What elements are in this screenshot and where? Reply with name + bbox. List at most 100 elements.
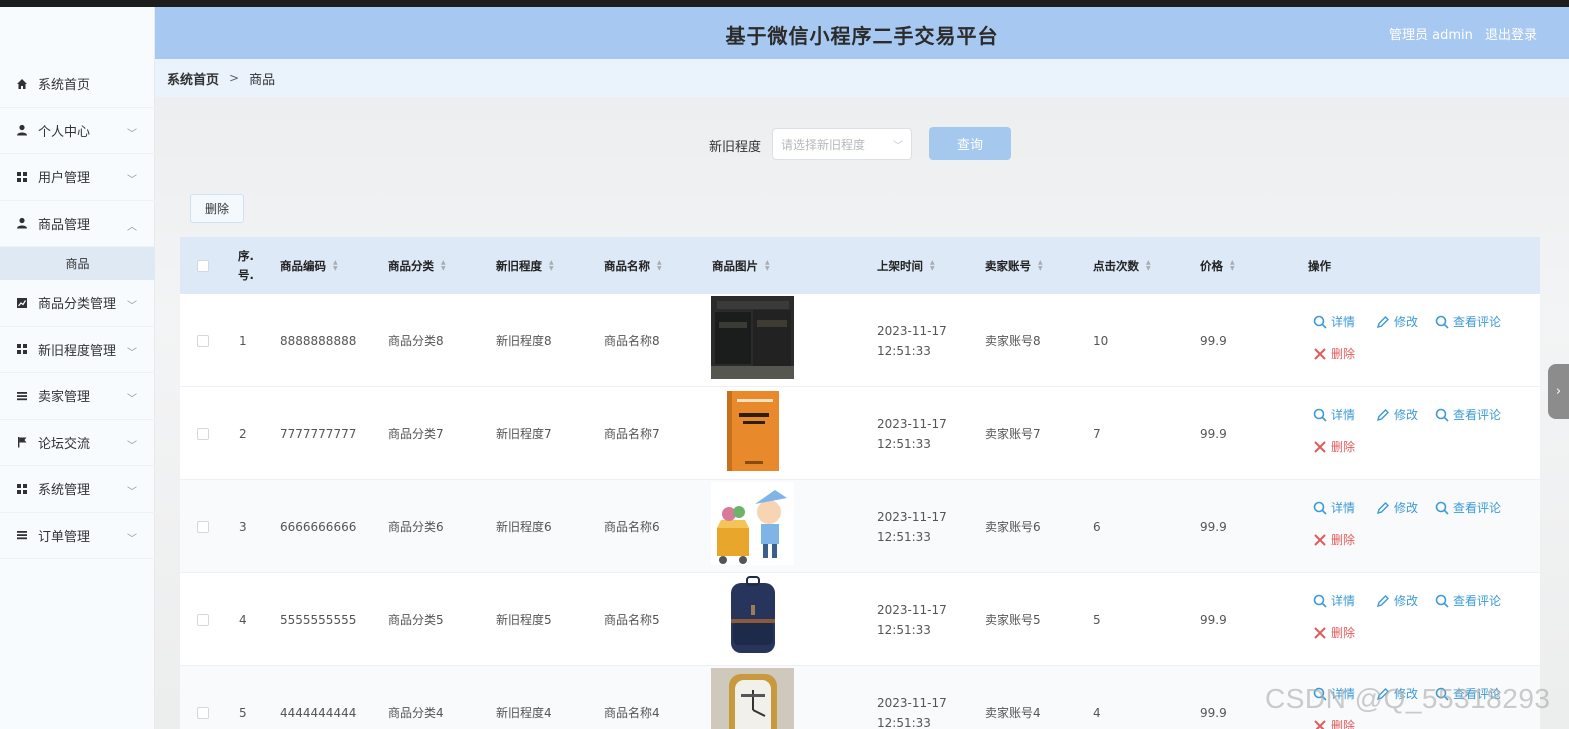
sidebar-item-user-management[interactable]: 用户管理 ﹀ — [0, 154, 155, 201]
table-header: 序. 号. 商品编码 ▲ ▼ 商品分类 ▲ ▼ 新旧程度 ▲ ▼ 商品名称 ▲ ▼ 商品图片 ▲ ▼… — [180, 237, 1540, 294]
table-row: 4 5555555555 商品分类5 新旧程度5 商品名称5 2023-11-1… — [180, 573, 1540, 666]
column-header-category[interactable]: 商品分类 ▲ ▼ — [388, 237, 446, 294]
view-comments-button[interactable]: 查看评论 — [1435, 592, 1501, 609]
row-actions: 详情 修改 查看评论 删除 — [1313, 294, 1533, 387]
close-icon — [1314, 626, 1326, 639]
breadcrumb: 系统首页 > 商品 — [155, 59, 1569, 97]
sidebar-item-product-management[interactable]: 商品管理 ︿ — [0, 201, 155, 247]
expand-panel-handle[interactable]: › — [1548, 364, 1569, 419]
row-checkbox[interactable] — [197, 480, 209, 573]
list-icon — [16, 529, 28, 541]
click-count: 10 — [1093, 333, 1109, 348]
condition-filter-label: 新旧程度 — [709, 140, 762, 155]
product-image-cartoon-boy — [711, 482, 794, 565]
seller-account: 卖家账号7 — [985, 427, 1041, 441]
condition-select-placeholder: 请选择新旧程度 — [781, 137, 866, 152]
delete-button[interactable]: 删除 — [1313, 624, 1355, 641]
chevron-down-icon: ﹀ — [127, 394, 137, 405]
delete-button[interactable]: 删除 — [1313, 438, 1355, 455]
edit-button[interactable]: 修改 — [1376, 592, 1418, 609]
column-header-price[interactable]: 价格 ▲ ▼ — [1200, 237, 1235, 294]
view-comments-button[interactable]: 查看评论 — [1435, 406, 1501, 423]
edit-button[interactable]: 修改 — [1376, 406, 1418, 423]
sidebar-item-condition-management[interactable]: 新旧程度管理 ﹀ — [0, 327, 155, 373]
chevron-right-icon: › — [1555, 384, 1562, 399]
sort-icon: ▲ ▼ — [549, 258, 554, 272]
seller-account: 卖家账号6 — [985, 520, 1041, 534]
logout-link[interactable]: 退出登录 — [1485, 28, 1537, 43]
detail-button[interactable]: 详情 — [1313, 592, 1355, 609]
row-checkbox[interactable] — [197, 666, 209, 729]
edit-button[interactable]: 修改 — [1376, 499, 1418, 516]
sidebar-item-system-management[interactable]: 系统管理 ﹀ — [0, 466, 155, 513]
sidebar-item-order-management[interactable]: 订单管理 ﹀ — [0, 513, 155, 559]
column-header-listed-time[interactable]: 上架时间 ▲ ▼ — [877, 237, 935, 294]
batch-delete-button[interactable]: 删除 — [190, 194, 244, 223]
column-header-code[interactable]: 商品编码 ▲ ▼ — [280, 237, 338, 294]
sidebar-item-label: 个人中心 — [38, 124, 91, 140]
detail-button[interactable]: 详情 — [1313, 499, 1355, 516]
row-checkbox[interactable] — [197, 573, 209, 666]
sidebar-subitem-product[interactable]: 商品 — [0, 247, 155, 280]
delete-button[interactable]: 删除 — [1313, 345, 1355, 362]
listed-time: 2023-11-17 12:51:33 — [877, 416, 947, 451]
edit-button[interactable]: 修改 — [1376, 313, 1418, 330]
list-icon — [16, 390, 28, 402]
window-top-strip — [0, 0, 1569, 7]
product-category: 商品分类4 — [388, 706, 444, 720]
sidebar-item-label: 新旧程度管理 — [38, 343, 117, 359]
condition-select[interactable]: 请选择新旧程度 ﹀ — [772, 128, 912, 160]
row-checkbox[interactable] — [197, 387, 209, 480]
row-checkbox[interactable] — [197, 294, 209, 387]
product-condition: 新旧程度6 — [496, 520, 552, 534]
column-header-clicks[interactable]: 点击次数 ▲ ▼ — [1093, 237, 1151, 294]
row-index: 4 — [239, 612, 247, 627]
column-header-seller[interactable]: 卖家账号 ▲ ▼ — [985, 237, 1043, 294]
detail-button[interactable]: 详情 — [1313, 406, 1355, 423]
sidebar-item-label: 订单管理 — [38, 529, 91, 545]
top-header: 基于微信小程序二手交易平台 管理员 admin 退出登录 — [155, 7, 1569, 59]
click-count: 4 — [1093, 705, 1101, 720]
search-icon — [1313, 594, 1327, 608]
chevron-up-icon: ︿ — [127, 221, 137, 233]
search-icon — [1435, 315, 1449, 329]
chevron-down-icon: ﹀ — [127, 440, 137, 452]
product-condition: 新旧程度7 — [496, 427, 552, 441]
sidebar-item-forum[interactable]: 论坛交流 ﹀ — [0, 420, 155, 466]
delete-button[interactable]: 删除 — [1313, 717, 1355, 729]
detail-button[interactable]: 详情 — [1313, 313, 1355, 330]
row-actions: 详情 修改 查看评论 删除 — [1313, 573, 1533, 666]
product-name: 商品名称4 — [604, 706, 660, 720]
product-category: 商品分类5 — [388, 613, 444, 627]
click-count: 7 — [1093, 426, 1101, 441]
product-category: 商品分类7 — [388, 427, 444, 441]
price: 99.9 — [1200, 705, 1227, 720]
column-header-image[interactable]: 商品图片 ▲ ▼ — [712, 237, 770, 294]
product-category: 商品分类6 — [388, 520, 444, 534]
sidebar-item-label: 商品分类管理 — [38, 297, 117, 313]
sidebar-item-home[interactable]: 系统首页 — [0, 61, 155, 108]
breadcrumb-home[interactable]: 系统首页 — [167, 69, 219, 88]
price: 99.9 — [1200, 519, 1227, 534]
row-index: 3 — [239, 519, 247, 534]
click-count: 5 — [1093, 612, 1101, 627]
column-header-name[interactable]: 商品名称 ▲ ▼ — [604, 237, 662, 294]
column-header-condition[interactable]: 新旧程度 ▲ ▼ — [496, 237, 554, 294]
delete-button[interactable]: 删除 — [1313, 531, 1355, 548]
user-icon — [16, 217, 28, 229]
sidebar-item-personal-center[interactable]: 个人中心 ﹀ — [0, 108, 155, 154]
sidebar-item-seller-management[interactable]: 卖家管理 ﹀ — [0, 373, 155, 420]
click-count: 6 — [1093, 519, 1101, 534]
select-all-checkbox[interactable] — [197, 237, 209, 294]
grid-icon — [16, 343, 28, 355]
view-comments-button[interactable]: 查看评论 — [1435, 499, 1501, 516]
column-header-actions: 操作 — [1308, 258, 1331, 273]
product-code: 7777777777 — [280, 426, 357, 441]
sidebar-item-category-management[interactable]: 商品分类管理 ﹀ — [0, 280, 155, 327]
sort-icon: ▲ ▼ — [765, 258, 770, 272]
product-table: 序. 号. 商品编码 ▲ ▼ 商品分类 ▲ ▼ 新旧程度 ▲ ▼ 商品名称 ▲ ▼ 商品图片 ▲ ▼… — [180, 237, 1540, 729]
view-comments-button[interactable]: 查看评论 — [1435, 313, 1501, 330]
chevron-down-icon: ﹀ — [127, 175, 137, 186]
search-button[interactable]: 查询 — [929, 127, 1011, 160]
sort-icon: ▲ ▼ — [441, 258, 446, 272]
